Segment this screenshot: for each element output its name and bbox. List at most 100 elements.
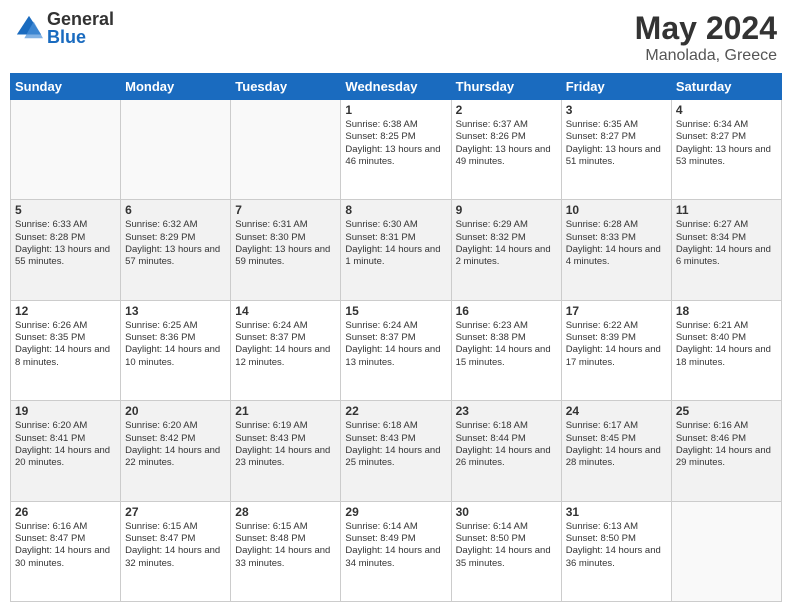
day-info: Sunrise: 6:23 AM Sunset: 8:38 PM Dayligh…: [456, 320, 557, 369]
table-row: 16 Sunrise: 6:23 AM Sunset: 8:38 PM Dayli…: [451, 300, 561, 400]
day-info: Sunrise: 6:15 AM Sunset: 8:47 PM Dayligh…: [125, 521, 226, 570]
day-number: 9: [456, 203, 557, 217]
day-info: Sunrise: 6:17 AM Sunset: 8:45 PM Dayligh…: [566, 420, 667, 469]
day-number: 14: [235, 304, 336, 318]
col-monday: Monday: [121, 74, 231, 100]
day-info: Sunrise: 6:35 AM Sunset: 8:27 PM Dayligh…: [566, 119, 667, 168]
table-row: 6 Sunrise: 6:32 AM Sunset: 8:29 PM Daylig…: [121, 200, 231, 300]
day-info: Sunrise: 6:24 AM Sunset: 8:37 PM Dayligh…: [345, 320, 446, 369]
day-info: Sunrise: 6:16 AM Sunset: 8:46 PM Dayligh…: [676, 420, 777, 469]
title-area: May 2024 Manolada, Greece: [635, 10, 777, 65]
day-info: Sunrise: 6:25 AM Sunset: 8:36 PM Dayligh…: [125, 320, 226, 369]
logo-general-text: General: [47, 10, 114, 28]
day-info: Sunrise: 6:21 AM Sunset: 8:40 PM Dayligh…: [676, 320, 777, 369]
location-title: Manolada, Greece: [635, 47, 777, 65]
day-info: Sunrise: 6:30 AM Sunset: 8:31 PM Dayligh…: [345, 219, 446, 268]
col-tuesday: Tuesday: [231, 74, 341, 100]
table-row: 8 Sunrise: 6:30 AM Sunset: 8:31 PM Daylig…: [341, 200, 451, 300]
day-info: Sunrise: 6:27 AM Sunset: 8:34 PM Dayligh…: [676, 219, 777, 268]
month-title: May 2024: [635, 10, 777, 47]
day-info: Sunrise: 6:24 AM Sunset: 8:37 PM Dayligh…: [235, 320, 336, 369]
day-info: Sunrise: 6:38 AM Sunset: 8:25 PM Dayligh…: [345, 119, 446, 168]
day-number: 12: [15, 304, 116, 318]
day-info: Sunrise: 6:28 AM Sunset: 8:33 PM Dayligh…: [566, 219, 667, 268]
day-info: Sunrise: 6:20 AM Sunset: 8:42 PM Dayligh…: [125, 420, 226, 469]
table-row: 2Sunrise: 6:37 AM Sunset: 8:26 PM Daylig…: [451, 100, 561, 200]
day-info: Sunrise: 6:18 AM Sunset: 8:44 PM Dayligh…: [456, 420, 557, 469]
day-number: 3: [566, 103, 667, 117]
day-number: 17: [566, 304, 667, 318]
table-row: 9 Sunrise: 6:29 AM Sunset: 8:32 PM Daylig…: [451, 200, 561, 300]
calendar-week-2: 5 Sunrise: 6:33 AM Sunset: 8:28 PM Daylig…: [11, 200, 782, 300]
calendar-header-row: Sunday Monday Tuesday Wednesday Thursday…: [11, 74, 782, 100]
day-info: Sunrise: 6:14 AM Sunset: 8:50 PM Dayligh…: [456, 521, 557, 570]
table-row: 20 Sunrise: 6:20 AM Sunset: 8:42 PM Dayli…: [121, 401, 231, 501]
table-row: 14 Sunrise: 6:24 AM Sunset: 8:37 PM Dayli…: [231, 300, 341, 400]
day-info: Sunrise: 6:16 AM Sunset: 8:47 PM Dayligh…: [15, 521, 116, 570]
day-number: 18: [676, 304, 777, 318]
table-row: [671, 501, 781, 601]
day-number: 4: [676, 103, 777, 117]
col-thursday: Thursday: [451, 74, 561, 100]
day-number: 31: [566, 505, 667, 519]
table-row: 5 Sunrise: 6:33 AM Sunset: 8:28 PM Daylig…: [11, 200, 121, 300]
day-number: 22: [345, 404, 446, 418]
day-info: Sunrise: 6:26 AM Sunset: 8:35 PM Dayligh…: [15, 320, 116, 369]
day-number: 24: [566, 404, 667, 418]
day-info: Sunrise: 6:13 AM Sunset: 8:50 PM Dayligh…: [566, 521, 667, 570]
col-saturday: Saturday: [671, 74, 781, 100]
day-number: 26: [15, 505, 116, 519]
calendar-week-3: 12 Sunrise: 6:26 AM Sunset: 8:35 PM Dayli…: [11, 300, 782, 400]
day-number: 15: [345, 304, 446, 318]
table-row: 31 Sunrise: 6:13 AM Sunset: 8:50 PM Dayli…: [561, 501, 671, 601]
day-number: 19: [15, 404, 116, 418]
logo: General Blue: [15, 10, 114, 46]
table-row: 19Sunrise: 6:20 AM Sunset: 8:41 PM Dayli…: [11, 401, 121, 501]
table-row: [11, 100, 121, 200]
day-number: 1: [345, 103, 446, 117]
table-row: 28 Sunrise: 6:15 AM Sunset: 8:48 PM Dayli…: [231, 501, 341, 601]
calendar-week-4: 19Sunrise: 6:20 AM Sunset: 8:41 PM Dayli…: [11, 401, 782, 501]
day-number: 6: [125, 203, 226, 217]
calendar-week-5: 26 Sunrise: 6:16 AM Sunset: 8:47 PM Dayli…: [11, 501, 782, 601]
day-info: Sunrise: 6:15 AM Sunset: 8:48 PM Dayligh…: [235, 521, 336, 570]
table-row: 12 Sunrise: 6:26 AM Sunset: 8:35 PM Dayli…: [11, 300, 121, 400]
day-number: 23: [456, 404, 557, 418]
table-row: 24 Sunrise: 6:17 AM Sunset: 8:45 PM Dayli…: [561, 401, 671, 501]
table-row: 17Sunrise: 6:22 AM Sunset: 8:39 PM Dayli…: [561, 300, 671, 400]
day-number: 2: [456, 103, 557, 117]
col-sunday: Sunday: [11, 74, 121, 100]
table-row: 1 Sunrise: 6:38 AM Sunset: 8:25 PM Daylig…: [341, 100, 451, 200]
table-row: [231, 100, 341, 200]
logo-blue-text: Blue: [47, 28, 114, 46]
day-info: Sunrise: 6:34 AM Sunset: 8:27 PM Dayligh…: [676, 119, 777, 168]
day-info: Sunrise: 6:32 AM Sunset: 8:29 PM Dayligh…: [125, 219, 226, 268]
day-number: 28: [235, 505, 336, 519]
day-number: 10: [566, 203, 667, 217]
table-row: [121, 100, 231, 200]
day-number: 8: [345, 203, 446, 217]
table-row: 4 Sunrise: 6:34 AM Sunset: 8:27 PM Daylig…: [671, 100, 781, 200]
day-number: 25: [676, 404, 777, 418]
table-row: 18 Sunrise: 6:21 AM Sunset: 8:40 PM Dayli…: [671, 300, 781, 400]
table-row: 30 Sunrise: 6:14 AM Sunset: 8:50 PM Dayli…: [451, 501, 561, 601]
day-number: 30: [456, 505, 557, 519]
col-friday: Friday: [561, 74, 671, 100]
table-row: 13Sunrise: 6:25 AM Sunset: 8:36 PM Dayli…: [121, 300, 231, 400]
day-number: 5: [15, 203, 116, 217]
day-number: 20: [125, 404, 226, 418]
table-row: 29Sunrise: 6:14 AM Sunset: 8:49 PM Dayli…: [341, 501, 451, 601]
day-number: 27: [125, 505, 226, 519]
day-number: 21: [235, 404, 336, 418]
calendar-table: Sunday Monday Tuesday Wednesday Thursday…: [10, 73, 782, 602]
table-row: 10 Sunrise: 6:28 AM Sunset: 8:33 PM Dayli…: [561, 200, 671, 300]
day-number: 16: [456, 304, 557, 318]
day-info: Sunrise: 6:29 AM Sunset: 8:32 PM Dayligh…: [456, 219, 557, 268]
table-row: 11Sunrise: 6:27 AM Sunset: 8:34 PM Dayli…: [671, 200, 781, 300]
day-info: Sunrise: 6:33 AM Sunset: 8:28 PM Dayligh…: [15, 219, 116, 268]
header: General Blue May 2024 Manolada, Greece: [10, 10, 782, 65]
logo-text: General Blue: [47, 10, 114, 46]
table-row: 22Sunrise: 6:18 AM Sunset: 8:43 PM Dayli…: [341, 401, 451, 501]
table-row: 3 Sunrise: 6:35 AM Sunset: 8:27 PM Daylig…: [561, 100, 671, 200]
day-number: 7: [235, 203, 336, 217]
